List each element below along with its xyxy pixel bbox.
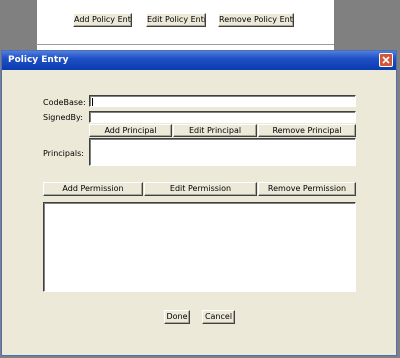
done-button[interactable]: Done (164, 310, 190, 324)
principals-label: Principals: (43, 149, 84, 158)
text-caret (92, 98, 93, 106)
permissions-list[interactable] (43, 202, 356, 292)
principals-list[interactable] (89, 138, 356, 166)
add-policy-entry-button[interactable]: Add Policy Entry (73, 13, 132, 27)
cancel-button[interactable]: Cancel (202, 310, 235, 324)
close-icon[interactable] (379, 53, 393, 67)
policy-entry-dialog: Policy Entry CodeBase: SignedBy: Add Pri… (1, 50, 397, 356)
dialog-title: Policy Entry (8, 55, 69, 65)
remove-permission-button[interactable]: Remove Permission (258, 182, 356, 196)
edit-policy-entry-button[interactable]: Edit Policy Entry (146, 13, 206, 27)
background-window-divider (36, 44, 334, 45)
add-permission-button[interactable]: Add Permission (43, 182, 143, 196)
add-principal-button[interactable]: Add Principal (89, 124, 172, 137)
codebase-label: CodeBase: (43, 98, 86, 107)
edit-principal-button[interactable]: Edit Principal (173, 124, 257, 137)
edit-permission-button[interactable]: Edit Permission (144, 182, 257, 196)
codebase-field[interactable] (89, 95, 356, 107)
remove-principal-button[interactable]: Remove Principal (258, 124, 356, 137)
remove-policy-entry-button[interactable]: Remove Policy Entry (218, 13, 294, 27)
signedby-field[interactable] (89, 111, 356, 123)
signedby-label: SignedBy: (43, 113, 83, 122)
dialog-titlebar[interactable]: Policy Entry (2, 51, 396, 70)
